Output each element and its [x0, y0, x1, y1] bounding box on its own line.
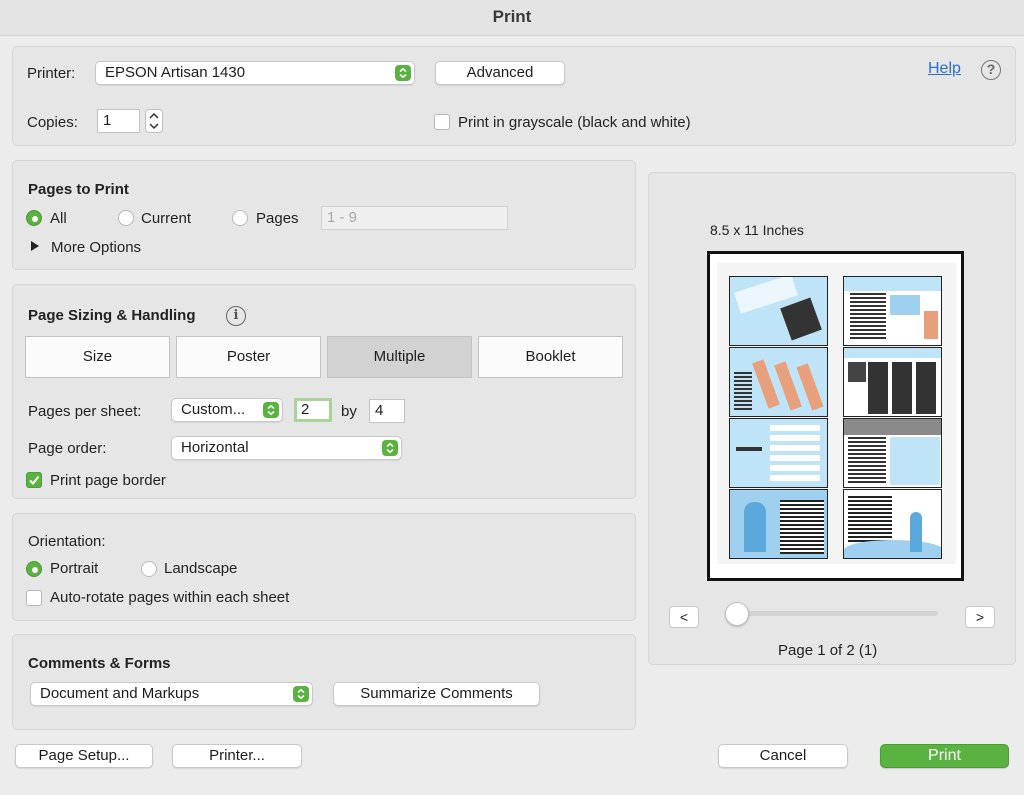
- page-slider-track[interactable]: [728, 611, 938, 616]
- page-status: Page 1 of 2 (1): [778, 642, 878, 659]
- radio-portrait[interactable]: [26, 561, 42, 577]
- radio-all[interactable]: [26, 210, 42, 226]
- checkmark-icon: [29, 475, 40, 486]
- autorotate-label: Auto-rotate pages within each sheet: [50, 589, 290, 606]
- page-thumbnail: [843, 347, 942, 417]
- page-range-input[interactable]: 1 - 9: [321, 206, 508, 230]
- page-order-select[interactable]: Horizontal: [171, 436, 402, 460]
- more-options-label[interactable]: More Options: [51, 239, 141, 256]
- print-border-label: Print page border: [50, 472, 166, 489]
- page-thumbnail: [843, 276, 942, 346]
- page-thumbnail: [729, 347, 828, 417]
- by-label: by: [341, 403, 357, 420]
- tab-multiple[interactable]: Multiple: [327, 336, 472, 378]
- grayscale-checkbox[interactable]: [434, 114, 450, 130]
- orientation-heading: Orientation:: [28, 533, 106, 550]
- comments-heading: Comments & Forms: [28, 655, 171, 672]
- pages-per-sheet-select[interactable]: Custom...: [171, 398, 283, 422]
- comments-select[interactable]: Document and Markups: [30, 682, 313, 706]
- print-button[interactable]: Print: [880, 744, 1009, 768]
- columns-input[interactable]: 2: [294, 398, 332, 422]
- next-page-button[interactable]: >: [965, 606, 995, 628]
- radio-pages[interactable]: [232, 210, 248, 226]
- radio-landscape-label: Landscape: [164, 560, 238, 577]
- page-order-value: Horizontal: [181, 439, 249, 456]
- previous-page-button[interactable]: <: [669, 606, 699, 628]
- printer-select-chevron-icon: [395, 65, 411, 81]
- page-slider-knob[interactable]: [725, 602, 749, 626]
- comments-select-chevron-icon: [293, 686, 309, 702]
- preview-page-area: [717, 263, 956, 564]
- page-sizing-heading: Page Sizing & Handling: [28, 307, 196, 324]
- radio-portrait-label: Portrait: [50, 560, 99, 577]
- radio-current[interactable]: [118, 210, 134, 226]
- rows-input[interactable]: 4: [369, 399, 405, 423]
- pages-per-sheet-label: Pages per sheet:: [28, 403, 142, 420]
- print-border-checkbox[interactable]: [26, 472, 42, 488]
- page-order-label: Page order:: [28, 440, 107, 457]
- page-thumbnail: [729, 276, 828, 346]
- copies-label: Copies:: [27, 114, 78, 131]
- window-title: Print: [0, 0, 1024, 36]
- grayscale-label: Print in grayscale (black and white): [458, 114, 691, 131]
- pages-per-sheet-chevron-icon: [263, 402, 279, 418]
- info-icon[interactable]: i: [226, 306, 246, 326]
- tab-booklet[interactable]: Booklet: [478, 336, 623, 378]
- printer-label: Printer:: [27, 65, 76, 82]
- paper-size-label: 8.5 x 11 Inches: [710, 222, 804, 238]
- printer-button[interactable]: Printer...: [172, 744, 302, 768]
- page-thumbnail: [843, 418, 942, 488]
- help-icon[interactable]: ?: [981, 60, 1001, 80]
- radio-all-label: All: [50, 210, 67, 227]
- tab-size[interactable]: Size: [25, 336, 170, 378]
- summarize-comments-button[interactable]: Summarize Comments: [333, 682, 540, 706]
- comments-select-value: Document and Markups: [40, 685, 200, 702]
- pages-to-print-heading: Pages to Print: [28, 181, 129, 198]
- page-thumbnail: [729, 489, 828, 559]
- page-setup-button[interactable]: Page Setup...: [15, 744, 153, 768]
- autorotate-checkbox[interactable]: [26, 590, 42, 606]
- page-thumbnail: [729, 418, 828, 488]
- page-order-chevron-icon: [382, 440, 398, 456]
- printer-select[interactable]: EPSON Artisan 1430: [95, 61, 415, 85]
- printer-select-value: EPSON Artisan 1430: [105, 64, 246, 81]
- advanced-button[interactable]: Advanced: [435, 61, 565, 85]
- pages-per-sheet-value: Custom...: [181, 401, 246, 418]
- copies-stepper-icon[interactable]: [145, 109, 163, 133]
- tab-poster[interactable]: Poster: [176, 336, 321, 378]
- radio-current-label: Current: [141, 210, 192, 227]
- page-thumbnail: [843, 489, 942, 559]
- preview-sheet: [707, 251, 964, 581]
- radio-pages-label: Pages: [256, 210, 299, 227]
- radio-landscape[interactable]: [141, 561, 157, 577]
- cancel-button[interactable]: Cancel: [718, 744, 848, 768]
- help-link[interactable]: Help: [928, 60, 961, 78]
- disclosure-triangle-icon[interactable]: [31, 241, 39, 251]
- copies-input[interactable]: 1: [97, 109, 140, 133]
